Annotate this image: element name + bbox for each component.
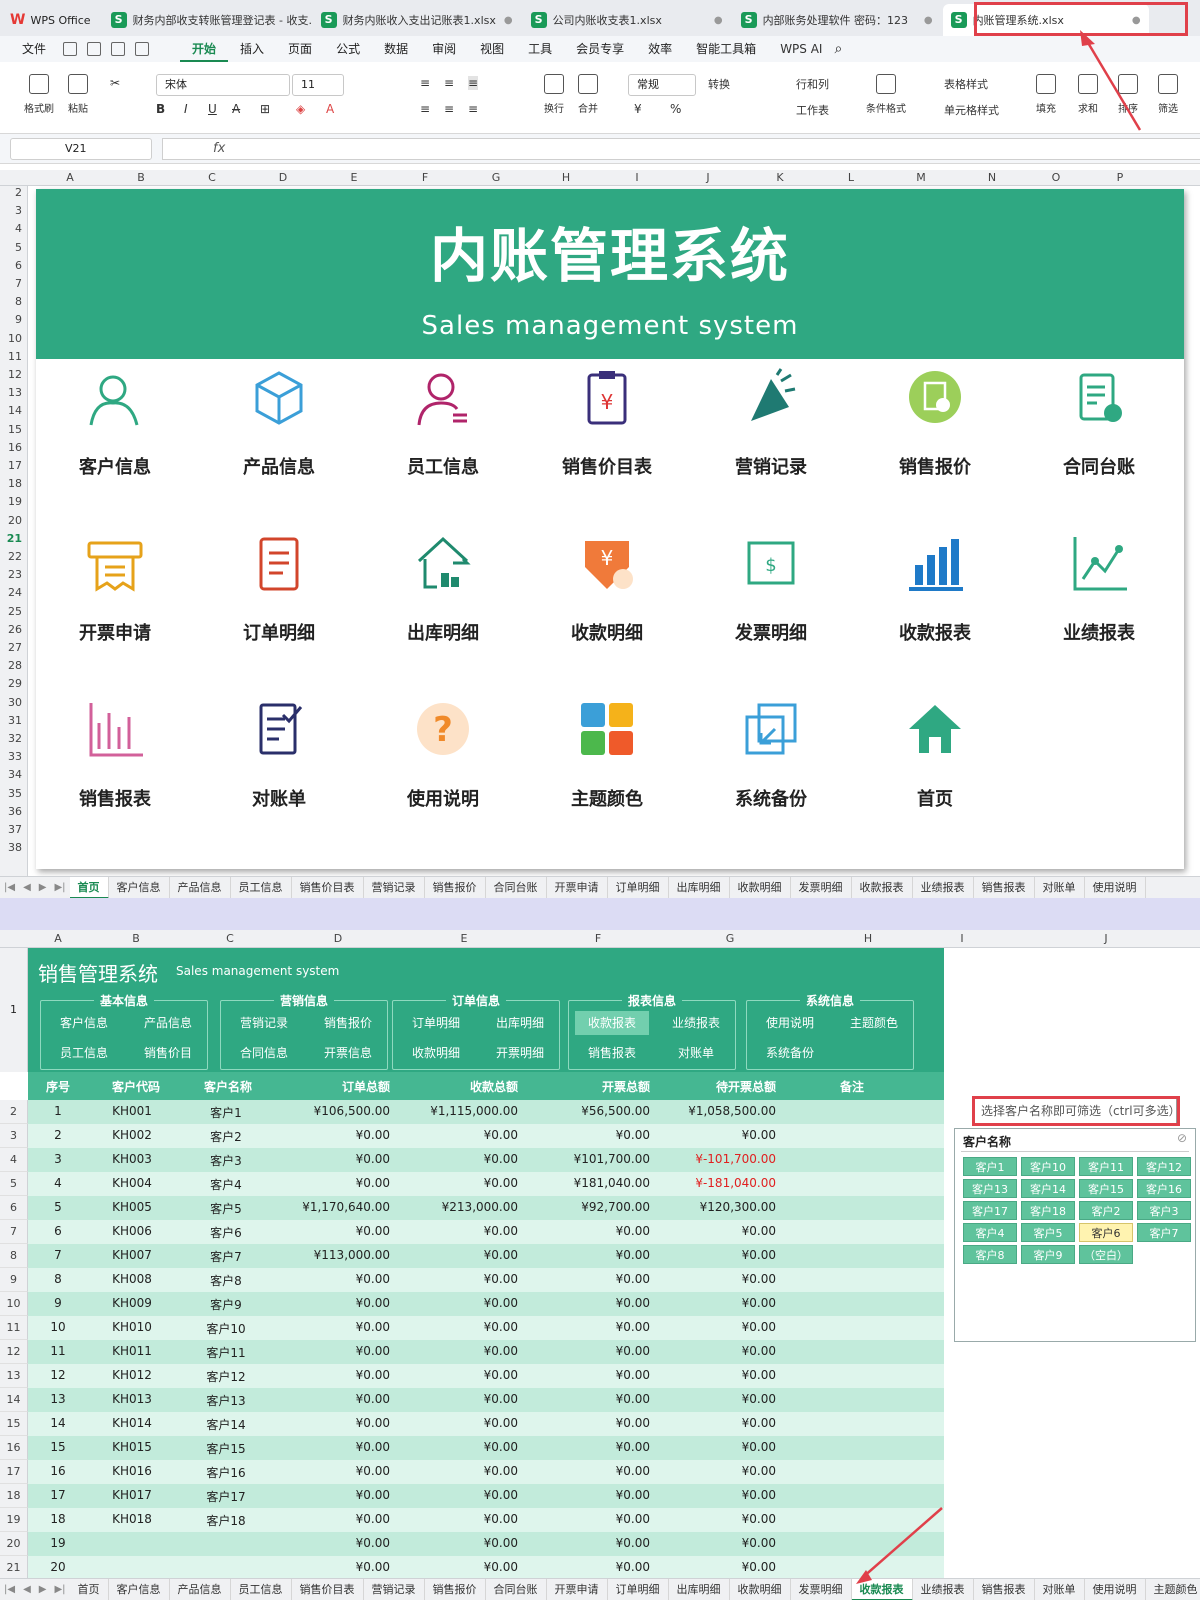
arrow-head-tab: [1080, 30, 1095, 46]
arrow-to-tab: [1082, 35, 1142, 131]
arrow-to-sheet-tab: [861, 1507, 943, 1579]
annotation-arrows: [856, 30, 1142, 1584]
